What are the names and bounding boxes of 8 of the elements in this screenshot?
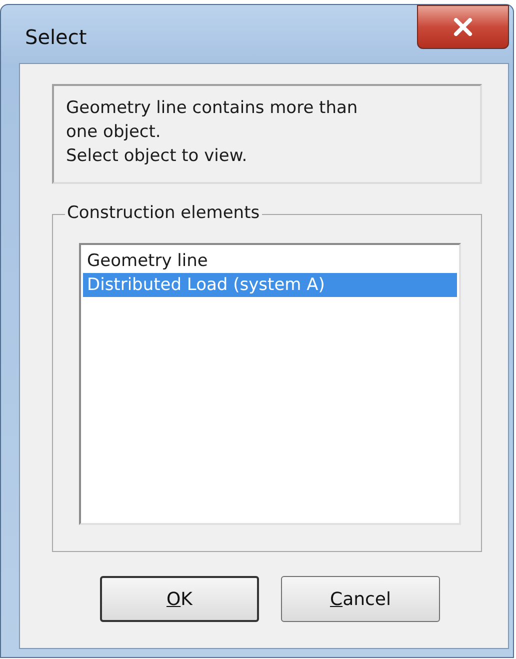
message-text: Select object to view. bbox=[66, 145, 248, 168]
list-item[interactable]: Geometry line bbox=[83, 249, 457, 273]
close-icon bbox=[453, 18, 473, 36]
window-title: Select bbox=[24, 24, 87, 51]
dialog-button[interactable]: Cancel bbox=[281, 576, 440, 622]
message-text: Geometry line contains more than one object. bbox=[66, 97, 359, 144]
dialog-button[interactable]: OK bbox=[100, 576, 259, 622]
close-button[interactable] bbox=[417, 5, 509, 49]
